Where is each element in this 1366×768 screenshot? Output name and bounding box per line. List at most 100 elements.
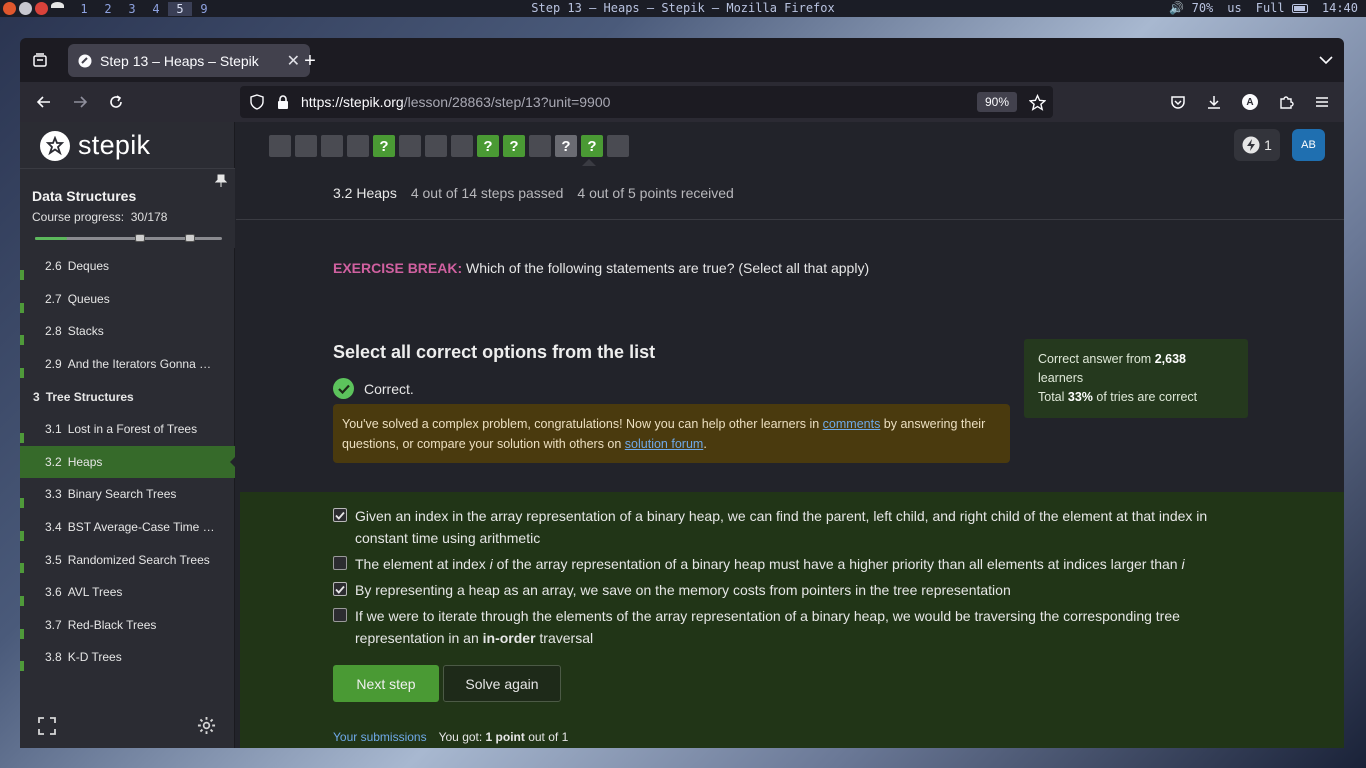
arrow-right-icon <box>74 96 88 108</box>
lesson-number: 3.1 <box>45 422 62 437</box>
back-button[interactable] <box>32 90 56 114</box>
option-1-checkbox[interactable] <box>333 508 347 522</box>
option-2[interactable]: The element at index i of the array repr… <box>333 553 1213 575</box>
step-7-button[interactable] <box>425 135 447 157</box>
option-4-checkbox[interactable] <box>333 608 347 622</box>
speaker-icon: 🔊 <box>1169 1 1185 15</box>
course-title[interactable]: Data Structures <box>32 188 136 204</box>
workspace-2[interactable]: 2 <box>96 2 120 16</box>
sidebar-lesson[interactable]: 3.8 K-D Trees <box>20 641 235 674</box>
sidebar-lesson[interactable]: 2.7 Queues <box>20 283 235 316</box>
lesson-name[interactable]: 3.2 Heaps <box>333 185 397 201</box>
sidebar-lesson[interactable]: 3.2 Heaps <box>20 445 235 479</box>
menu-button[interactable] <box>1310 90 1334 114</box>
step-10-button[interactable]: ? <box>503 135 525 157</box>
sidebar-lesson[interactable]: 3.1 Lost in a Forest of Trees <box>20 413 235 446</box>
step-9-button[interactable]: ? <box>477 135 499 157</box>
firefox-icon[interactable] <box>3 2 16 15</box>
firefox-view-button[interactable] <box>20 38 60 82</box>
app-icon[interactable] <box>19 2 32 15</box>
workspace-9[interactable]: 9 <box>192 2 216 16</box>
sidebar-lesson[interactable]: 3.5 Randomized Search Trees <box>20 543 235 576</box>
check-icon <box>335 585 345 594</box>
comments-link[interactable]: comments <box>823 417 881 431</box>
workspace-3[interactable]: 3 <box>120 2 144 16</box>
shield-icon[interactable] <box>249 94 265 110</box>
battery-indicator: Full <box>1256 1 1308 15</box>
new-tab-button[interactable]: + <box>298 49 322 73</box>
lesson-progress-mark <box>20 661 24 672</box>
sidebar-lesson[interactable]: 3.3 Binary Search Trees <box>20 478 235 511</box>
user-avatar[interactable]: AB <box>1292 129 1325 161</box>
step-2-button[interactable] <box>295 135 317 157</box>
sidebar-lesson[interactable]: 3.4 BST Average-Case Time … <box>20 511 235 544</box>
workspace-1[interactable]: 1 <box>72 2 96 16</box>
check-icon <box>335 511 345 520</box>
stats-text: Total <box>1038 390 1068 404</box>
stepik-logo[interactable]: stepik <box>40 130 150 161</box>
step-1-button[interactable] <box>269 135 291 157</box>
status-area: 🔊 70% us Full 14:40 <box>1169 1 1358 15</box>
lesson-title: And the Iterators Gonna … <box>67 357 212 372</box>
step-12-button[interactable]: ? <box>555 135 577 157</box>
header-divider <box>236 219 1344 220</box>
workspace-list: 1 2 3 4 5 9 <box>72 1 216 16</box>
tray-icons <box>0 2 72 15</box>
option-2-checkbox[interactable] <box>333 556 347 570</box>
step-8-button[interactable] <box>451 135 473 157</box>
step-14-button[interactable] <box>607 135 629 157</box>
sidebar-lesson[interactable]: 3.6 AVL Trees <box>20 576 235 609</box>
option-3[interactable]: By representing a heap as an array, we s… <box>333 579 1213 601</box>
points-received: 4 out of 5 points received <box>577 185 734 201</box>
zoom-level-button[interactable]: 90% <box>977 92 1017 112</box>
lesson-progress-mark <box>20 367 24 378</box>
solve-again-button[interactable]: Solve again <box>443 665 561 702</box>
lesson-progress-mark <box>20 530 24 541</box>
tab-stepik[interactable]: Step 13 – Heaps – Stepik ✕ <box>68 44 310 77</box>
gear-icon[interactable] <box>197 716 216 735</box>
chrome-icon[interactable] <box>35 2 48 15</box>
sidebar-lesson[interactable]: 2.9 And the Iterators Gonna … <box>20 348 235 381</box>
bookmark-star-icon[interactable] <box>1029 94 1046 111</box>
step-4-button[interactable] <box>347 135 369 157</box>
lesson-title: Deques <box>67 259 110 274</box>
step-6-button[interactable] <box>399 135 421 157</box>
list-all-tabs-button[interactable] <box>1316 50 1336 70</box>
volume-indicator[interactable]: 🔊 70% <box>1169 1 1213 15</box>
stepik-logo-text: stepik <box>78 130 151 160</box>
sidebar-lesson[interactable]: 2.8 Stacks <box>20 315 235 348</box>
energy-badge[interactable]: 1 <box>1234 129 1280 161</box>
sidebar-lesson[interactable]: 3.7 Red-Black Trees <box>20 609 235 642</box>
lock-icon[interactable] <box>276 94 290 110</box>
pin-icon[interactable] <box>215 174 227 188</box>
fullscreen-icon[interactable] <box>38 717 56 735</box>
forward-button[interactable] <box>68 90 92 114</box>
url-bar[interactable]: https://stepik.org/lesson/28863/step/13?… <box>240 86 1053 118</box>
option-3-checkbox[interactable] <box>333 582 347 596</box>
sidebar-module[interactable]: 3 Tree Structures <box>20 380 235 413</box>
option-text: of the array representation of a binary … <box>492 556 1182 572</box>
lesson-title: Stacks <box>67 324 104 339</box>
reload-button[interactable] <box>104 90 128 114</box>
stepik-logo-icon <box>40 130 70 161</box>
step-11-button[interactable] <box>529 135 551 157</box>
lesson-number: 2.6 <box>45 259 62 274</box>
your-submissions-link[interactable]: Your submissions <box>333 730 427 744</box>
extensions-button[interactable] <box>1274 90 1298 114</box>
url-text[interactable]: https://stepik.org/lesson/28863/step/13?… <box>301 94 610 110</box>
option-1[interactable]: Given an index in the array representati… <box>333 505 1213 549</box>
solution-forum-link[interactable]: solution forum <box>625 437 704 451</box>
pocket-button[interactable] <box>1166 90 1190 114</box>
workspace-5[interactable]: 5 <box>168 1 192 16</box>
course-progress: Course progress: 30/178 <box>32 210 167 224</box>
next-step-button[interactable]: Next step <box>333 665 439 702</box>
sidebar-lesson[interactable]: 2.6 Deques <box>20 250 235 283</box>
keyboard-layout[interactable]: us <box>1227 1 1241 15</box>
step-3-button[interactable] <box>321 135 343 157</box>
step-5-button[interactable]: ? <box>373 135 395 157</box>
option-4[interactable]: If we were to iterate through the elemen… <box>333 605 1213 649</box>
account-button[interactable]: A <box>1238 90 1262 114</box>
downloads-button[interactable] <box>1202 90 1226 114</box>
step-13-button[interactable]: ? <box>581 135 603 157</box>
workspace-4[interactable]: 4 <box>144 2 168 16</box>
